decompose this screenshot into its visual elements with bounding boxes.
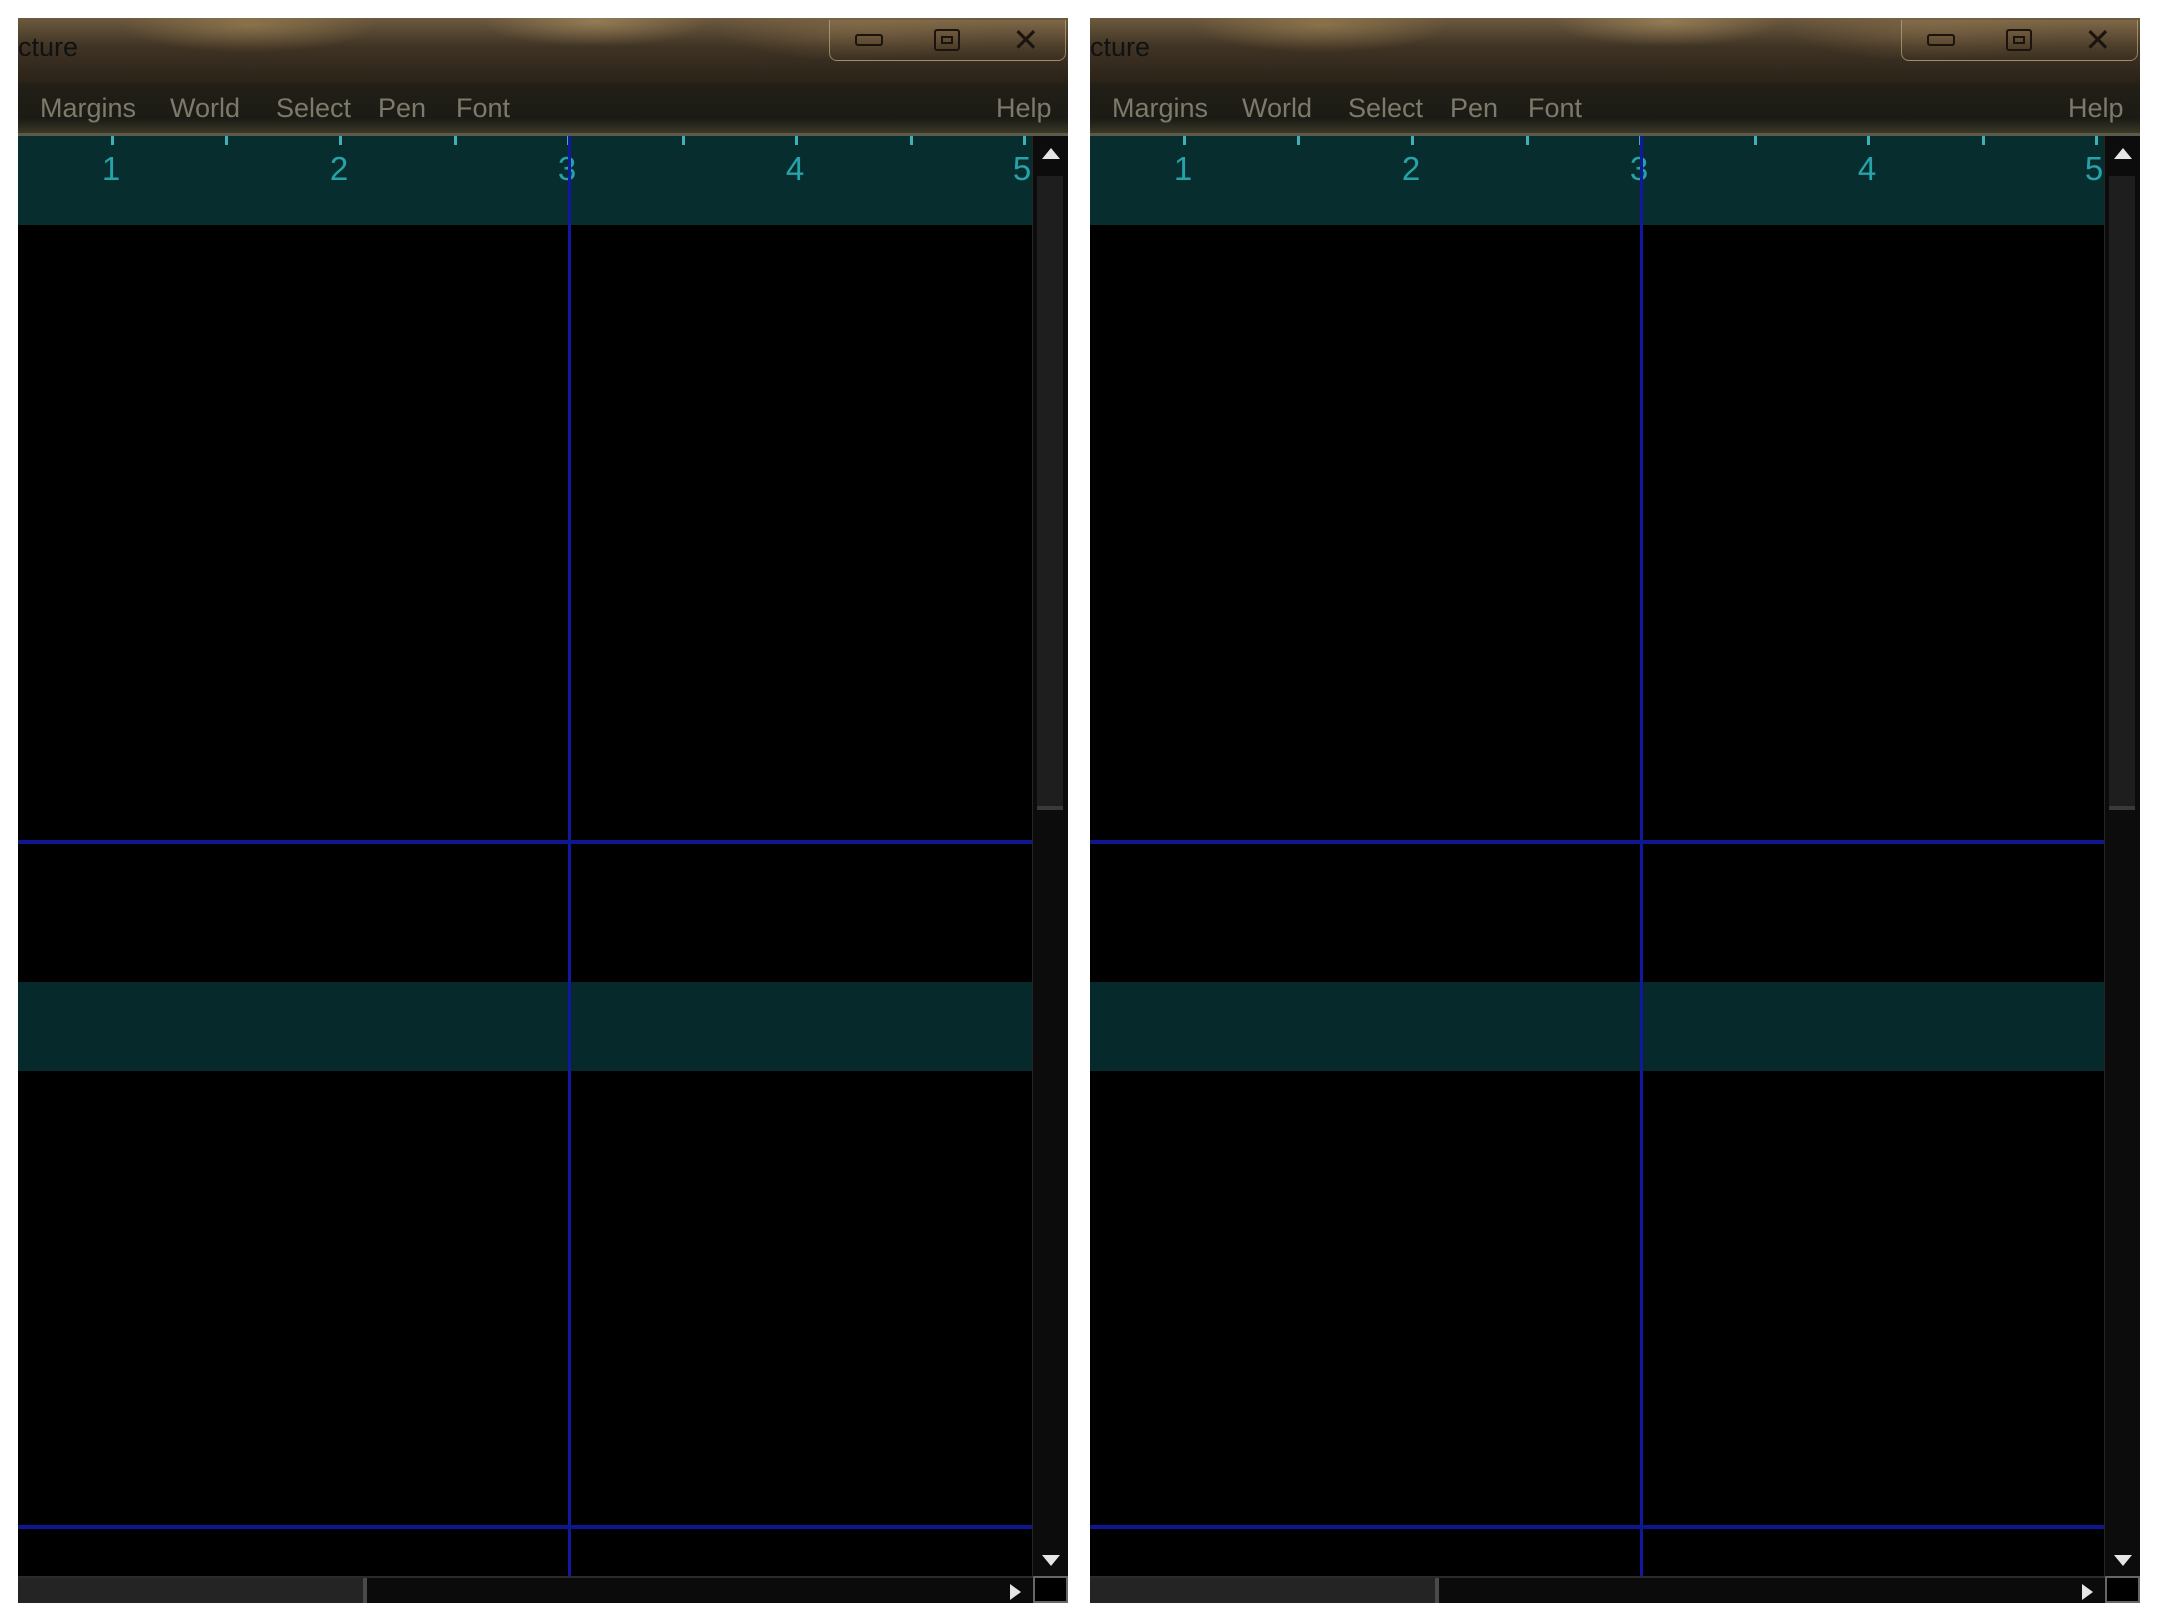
app-window-left: cture ✕ Margins World Select Pen Font He… bbox=[18, 18, 1068, 1603]
close-icon: ✕ bbox=[1012, 21, 1040, 59]
horizontal-scrollbar[interactable] bbox=[1090, 1576, 2105, 1603]
ruler-label-5: 5 bbox=[1012, 150, 1032, 187]
ruler-tick bbox=[2095, 136, 2098, 145]
menu-help[interactable]: Help bbox=[996, 83, 1052, 133]
vertical-guide-line[interactable] bbox=[568, 136, 571, 1576]
vertical-scrollbar[interactable] bbox=[2104, 136, 2140, 1576]
app-window-right: cture ✕ Margins World Select Pen Font He… bbox=[1090, 18, 2140, 1603]
maximize-icon bbox=[934, 29, 961, 51]
ruler-tick bbox=[454, 136, 457, 145]
horizontal-scroll-thumb[interactable] bbox=[1090, 1578, 1439, 1603]
ruler-label-3: 3 bbox=[1629, 150, 1649, 187]
ruler-label-2: 2 bbox=[1401, 150, 1421, 187]
scroll-down-arrow-icon[interactable] bbox=[1041, 1555, 1060, 1566]
maximize-icon bbox=[2006, 29, 2033, 51]
menu-pen[interactable]: Pen bbox=[378, 83, 426, 133]
window-title: cture bbox=[1090, 32, 1151, 62]
menu-margins[interactable]: Margins bbox=[40, 83, 136, 133]
vertical-scrollbar[interactable] bbox=[1032, 136, 1068, 1576]
scroll-up-arrow-icon[interactable] bbox=[2113, 148, 2132, 159]
menu-select[interactable]: Select bbox=[276, 83, 351, 133]
horizontal-guide-line[interactable] bbox=[1090, 840, 2105, 844]
ruler-tick bbox=[795, 136, 798, 145]
ruler-tick bbox=[682, 136, 685, 145]
vertical-scroll-thumb[interactable] bbox=[1037, 176, 1063, 810]
menu-world[interactable]: World bbox=[170, 83, 240, 133]
scroll-right-arrow-icon[interactable] bbox=[2082, 1583, 2093, 1600]
margin-band bbox=[18, 982, 1033, 1071]
horizontal-guide-line[interactable] bbox=[18, 1525, 1033, 1529]
horizontal-guide-line[interactable] bbox=[1090, 1525, 2105, 1529]
close-button[interactable]: ✕ bbox=[2068, 23, 2128, 57]
ruler-tick bbox=[1754, 136, 1757, 145]
menu-world[interactable]: World bbox=[1242, 83, 1312, 133]
ruler-tick bbox=[910, 136, 913, 145]
minimize-icon bbox=[855, 34, 884, 46]
horizontal-guide-line[interactable] bbox=[18, 840, 1033, 844]
close-icon: ✕ bbox=[2084, 21, 2112, 59]
ruler-label-1: 1 bbox=[101, 150, 121, 187]
ruler-tick bbox=[1023, 136, 1026, 145]
close-button[interactable]: ✕ bbox=[996, 23, 1056, 57]
menu-bar: Margins World Select Pen Font Help bbox=[18, 83, 1068, 136]
ruler-label-5: 5 bbox=[2084, 150, 2104, 187]
ruler-tick bbox=[1183, 136, 1186, 145]
title-bar[interactable]: cture ✕ bbox=[18, 18, 1068, 83]
resize-grip[interactable] bbox=[1033, 1576, 1068, 1603]
ruler-tick bbox=[1411, 136, 1414, 145]
menu-font[interactable]: Font bbox=[456, 83, 510, 133]
ruler-tick bbox=[1297, 136, 1300, 145]
menu-bar: Margins World Select Pen Font Help bbox=[1090, 83, 2140, 136]
ruler-label-4: 4 bbox=[1857, 150, 1877, 187]
scroll-up-arrow-icon[interactable] bbox=[1041, 148, 1060, 159]
ruler-label-3: 3 bbox=[557, 150, 577, 187]
minimize-button[interactable] bbox=[839, 23, 899, 57]
window-controls: ✕ bbox=[1901, 20, 2138, 61]
ruler-label-2: 2 bbox=[329, 150, 349, 187]
ruler-tick bbox=[111, 136, 114, 145]
resize-grip[interactable] bbox=[2105, 1576, 2140, 1603]
window-title: cture bbox=[18, 32, 79, 62]
margin-band bbox=[1090, 982, 2105, 1071]
menu-pen[interactable]: Pen bbox=[1450, 83, 1498, 133]
ruler-tick bbox=[1982, 136, 1985, 145]
minimize-icon bbox=[1927, 34, 1956, 46]
menu-help[interactable]: Help bbox=[2068, 83, 2124, 133]
ruler: 1 2 3 4 5 bbox=[18, 136, 1033, 225]
horizontal-scrollbar[interactable] bbox=[18, 1576, 1033, 1603]
ruler: 1 2 3 4 5 bbox=[1090, 136, 2105, 225]
ruler-tick bbox=[1526, 136, 1529, 145]
scroll-down-arrow-icon[interactable] bbox=[2113, 1555, 2132, 1566]
ruler-label-4: 4 bbox=[785, 150, 805, 187]
ruler-tick bbox=[225, 136, 228, 145]
ruler-label-1: 1 bbox=[1173, 150, 1193, 187]
title-bar[interactable]: cture ✕ bbox=[1090, 18, 2140, 83]
scroll-right-arrow-icon[interactable] bbox=[1010, 1583, 1021, 1600]
menu-select[interactable]: Select bbox=[1348, 83, 1423, 133]
minimize-button[interactable] bbox=[1911, 23, 1971, 57]
vertical-guide-line[interactable] bbox=[1640, 136, 1643, 1576]
ruler-tick bbox=[339, 136, 342, 145]
vertical-scroll-thumb[interactable] bbox=[2109, 176, 2135, 810]
window-controls: ✕ bbox=[829, 20, 1066, 61]
drawing-canvas[interactable]: 1 2 3 4 5 bbox=[1090, 136, 2105, 1576]
maximize-button[interactable] bbox=[1989, 23, 2049, 57]
maximize-button[interactable] bbox=[917, 23, 977, 57]
horizontal-scroll-thumb[interactable] bbox=[18, 1578, 367, 1603]
ruler-tick bbox=[1867, 136, 1870, 145]
drawing-canvas[interactable]: 1 2 3 4 5 bbox=[18, 136, 1033, 1576]
menu-margins[interactable]: Margins bbox=[1112, 83, 1208, 133]
menu-font[interactable]: Font bbox=[1528, 83, 1582, 133]
